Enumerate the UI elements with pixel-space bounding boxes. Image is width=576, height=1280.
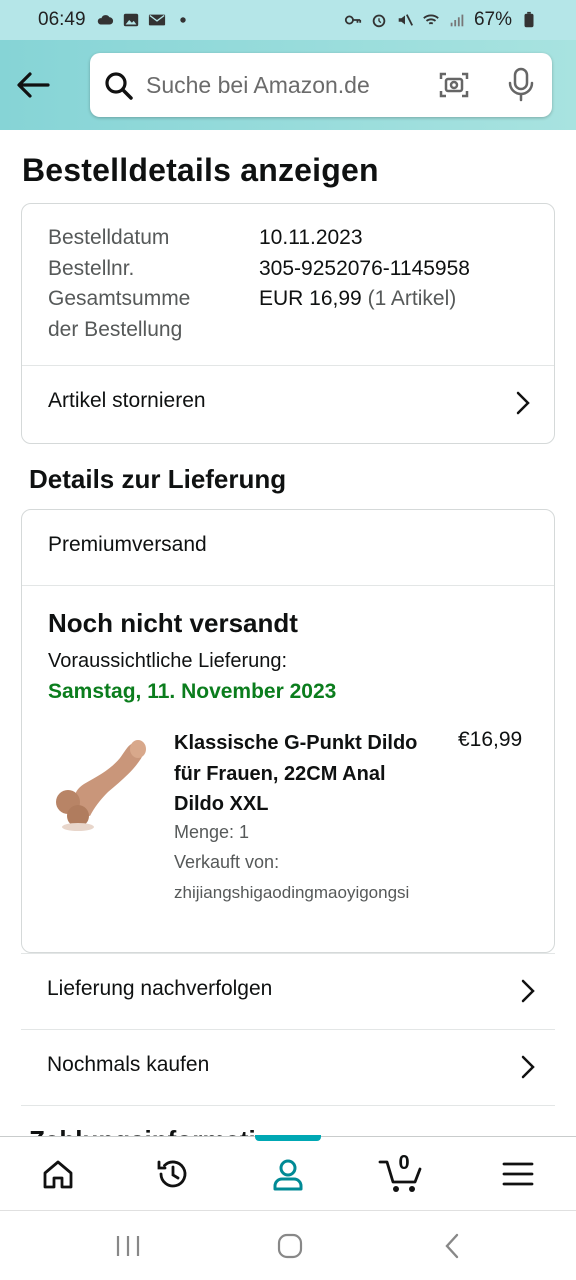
nav-menu[interactable] <box>460 1137 575 1211</box>
wifi-icon <box>423 14 439 25</box>
battery-icon <box>524 11 534 28</box>
nav-cart[interactable]: 0 <box>345 1137 460 1211</box>
microphone-icon[interactable] <box>506 67 536 103</box>
order-total-amount: EUR 16,99 <box>259 287 362 310</box>
order-number-value: 305-9252076-1145958 <box>259 257 470 280</box>
product-image[interactable] <box>50 732 150 832</box>
refresh-clock-icon <box>157 1160 186 1188</box>
home-system-button[interactable] <box>270 1231 310 1261</box>
alarm-icon <box>372 14 386 28</box>
nav-history[interactable] <box>115 1137 230 1211</box>
page-title: Bestelldetails anzeigen <box>22 152 379 188</box>
dot-icon <box>179 17 186 23</box>
cart-count: 0 <box>398 1152 410 1174</box>
mail-icon <box>148 14 165 26</box>
back-system-button[interactable] <box>432 1231 472 1261</box>
cancel-items-label: Artikel stornieren <box>48 389 206 412</box>
nav-account[interactable] <box>230 1137 345 1211</box>
product-title[interactable]: Klassische G-Punkt Dildo für Frauen, 22C… <box>174 728 424 820</box>
user-icon <box>273 1159 302 1191</box>
seller-name[interactable]: zhijiangshigaodingmaoyigongsi <box>174 883 409 903</box>
cloud-icon <box>97 15 113 25</box>
buy-again-row[interactable]: Nochmals kaufen <box>21 1029 555 1105</box>
shipping-method: Premiumversand <box>48 533 207 556</box>
notification-icons <box>96 11 192 29</box>
app-header <box>0 40 576 130</box>
divider <box>22 585 554 586</box>
home-circle-icon <box>277 1233 303 1259</box>
order-total-label-1: Gesamtsumme <box>48 287 191 310</box>
battery-text: 67% <box>473 9 512 30</box>
status-time: 06:49 <box>38 9 86 30</box>
order-date-label: Bestelldatum <box>48 226 170 249</box>
status-bar: 06:49 67% <box>0 0 576 40</box>
nav-home[interactable] <box>0 1137 115 1211</box>
signal-icon <box>450 14 464 27</box>
order-summary-card: Bestelldatum 10.11.2023 Bestellnr. 305-9… <box>21 203 555 444</box>
chevron-left-icon <box>445 1233 459 1259</box>
bottom-nav: 0 <box>0 1135 576 1211</box>
image-icon <box>123 13 138 27</box>
eta-date: Samstag, 11. November 2023 <box>48 680 337 703</box>
delivery-section-title: Details zur Lieferung <box>29 464 287 494</box>
arrow-left-icon <box>17 72 50 98</box>
order-total-value: EUR 16,99 (1 Artikel) <box>259 287 456 311</box>
chevron-right-icon <box>521 979 535 1003</box>
seller-label: Verkauft von: <box>174 852 280 872</box>
mute-icon <box>398 14 413 26</box>
cancel-items-row[interactable]: Artikel stornieren <box>22 366 554 444</box>
hamburger-menu-icon <box>502 1162 533 1186</box>
recent-apps-icon <box>116 1236 140 1256</box>
home-icon <box>43 1160 72 1189</box>
main-content: Bestelldetails anzeigen Bestelldatum 10.… <box>0 130 576 1136</box>
chevron-right-icon <box>516 391 530 415</box>
track-delivery-label: Lieferung nachverfolgen <box>47 977 273 1000</box>
order-date-value: 10.11.2023 <box>259 226 363 249</box>
order-total-label-2: der Bestellung <box>48 318 183 341</box>
search-icon <box>105 72 133 100</box>
order-item-count: (1 Artikel) <box>367 287 457 310</box>
order-number-label: Bestellnr. <box>48 257 135 280</box>
track-delivery-row[interactable]: Lieferung nachverfolgen <box>21 953 555 1029</box>
recent-apps-button[interactable] <box>108 1231 148 1261</box>
search-input[interactable] <box>146 65 406 105</box>
buy-again-label: Nochmals kaufen <box>47 1053 210 1076</box>
system-nav-bar <box>0 1210 576 1280</box>
chevron-right-icon <box>521 1055 535 1079</box>
product-quantity: Menge: 1 <box>174 822 250 842</box>
system-icons: 67% <box>344 9 538 31</box>
shipment-status: Noch nicht versandt <box>48 608 298 638</box>
camera-scan-icon[interactable] <box>438 69 470 101</box>
back-button[interactable] <box>14 68 52 102</box>
eta-label: Voraussichtliche Lieferung: <box>48 650 288 672</box>
product-price: €16,99 <box>458 728 523 751</box>
key-icon <box>344 15 362 25</box>
search-bar[interactable] <box>90 53 552 117</box>
shipment-card: Premiumversand Noch nicht versandt Vorau… <box>21 509 555 953</box>
